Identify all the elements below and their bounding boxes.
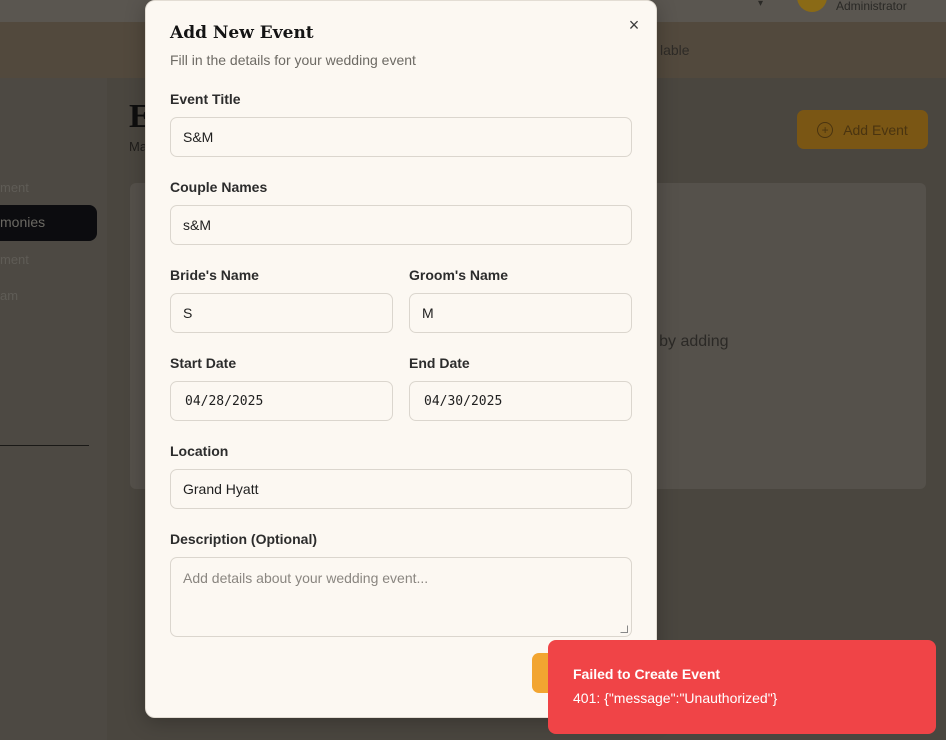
sub-bar-text: lable (660, 42, 690, 58)
close-icon[interactable]: × (624, 15, 644, 35)
end-date-label: End Date (409, 355, 470, 371)
sidebar (0, 78, 107, 740)
add-event-label: Add Event (843, 121, 908, 138)
start-date-label: Start Date (170, 355, 237, 371)
location-input[interactable]: Grand Hyatt (170, 469, 632, 509)
toast-message: 401: {"message":"Unauthorized"} (573, 690, 778, 706)
sidebar-item-1[interactable]: ment (0, 180, 29, 195)
sidebar-item-4[interactable]: am (0, 288, 18, 303)
add-event-dialog: × Add New Event Fill in the details for … (145, 0, 657, 718)
plus-circle-icon: + (817, 121, 834, 138)
sidebar-item-2[interactable]: monies (0, 214, 45, 230)
bride-name-label: Bride's Name (170, 267, 259, 283)
dialog-title: Add New Event (170, 23, 314, 43)
couple-names-input[interactable]: s&M (170, 205, 632, 245)
groom-name-input[interactable]: M (409, 293, 632, 333)
description-textarea[interactable]: Add details about your wedding event... (170, 557, 632, 637)
dialog-description: Fill in the details for your wedding eve… (170, 52, 416, 68)
description-label: Description (Optional) (170, 531, 317, 547)
user-role: Administrator (836, 0, 907, 13)
couple-names-label: Couple Names (170, 179, 268, 195)
sidebar-item-3[interactable]: ment (0, 252, 29, 267)
error-toast: Failed to Create Event 401: {"message":"… (548, 640, 936, 734)
bride-name-input[interactable]: S (170, 293, 393, 333)
sidebar-divider (0, 445, 89, 446)
toast-title: Failed to Create Event (573, 666, 721, 682)
start-date-input[interactable]: 04/28/2025 (170, 381, 393, 421)
description-placeholder: Add details about your wedding event... (183, 570, 429, 586)
resize-handle-icon[interactable] (620, 625, 628, 633)
chevron-down-icon[interactable]: ▾ (758, 0, 763, 9)
end-date-input[interactable]: 04/30/2025 (409, 381, 632, 421)
groom-name-label: Groom's Name (409, 267, 509, 283)
location-label: Location (170, 443, 229, 459)
add-event-button[interactable]: + Add Event (797, 110, 928, 149)
event-title-input[interactable]: S&M (170, 117, 632, 157)
event-title-label: Event Title (170, 91, 241, 107)
